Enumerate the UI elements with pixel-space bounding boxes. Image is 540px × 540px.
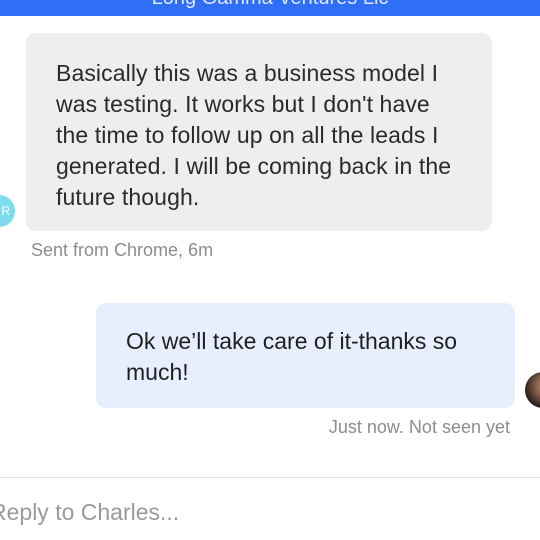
incoming-message-meta: Sent from Chrome, 6m [31,240,214,260]
chat-screen: Long Gamma Ventures Llc R Basically this… [0,0,540,540]
outgoing-message-bubble: Ok we’ll take care of it-thanks so much! [96,303,515,408]
reply-input[interactable] [0,494,530,530]
agent-avatar: R [0,195,15,227]
outgoing-message-status: Just now. Not seen yet [328,417,510,437]
conversation-header: Long Gamma Ventures Llc [0,0,540,16]
header-title: Long Gamma Ventures Llc [0,0,540,10]
composer-divider [0,477,540,478]
outgoing-message-text: Ok we’ll take care of it-thanks so much! [126,328,458,385]
user-avatar [525,372,540,408]
incoming-message-text: Basically this was a business model I wa… [56,60,452,210]
incoming-message-bubble: Basically this was a business model I wa… [26,33,492,231]
